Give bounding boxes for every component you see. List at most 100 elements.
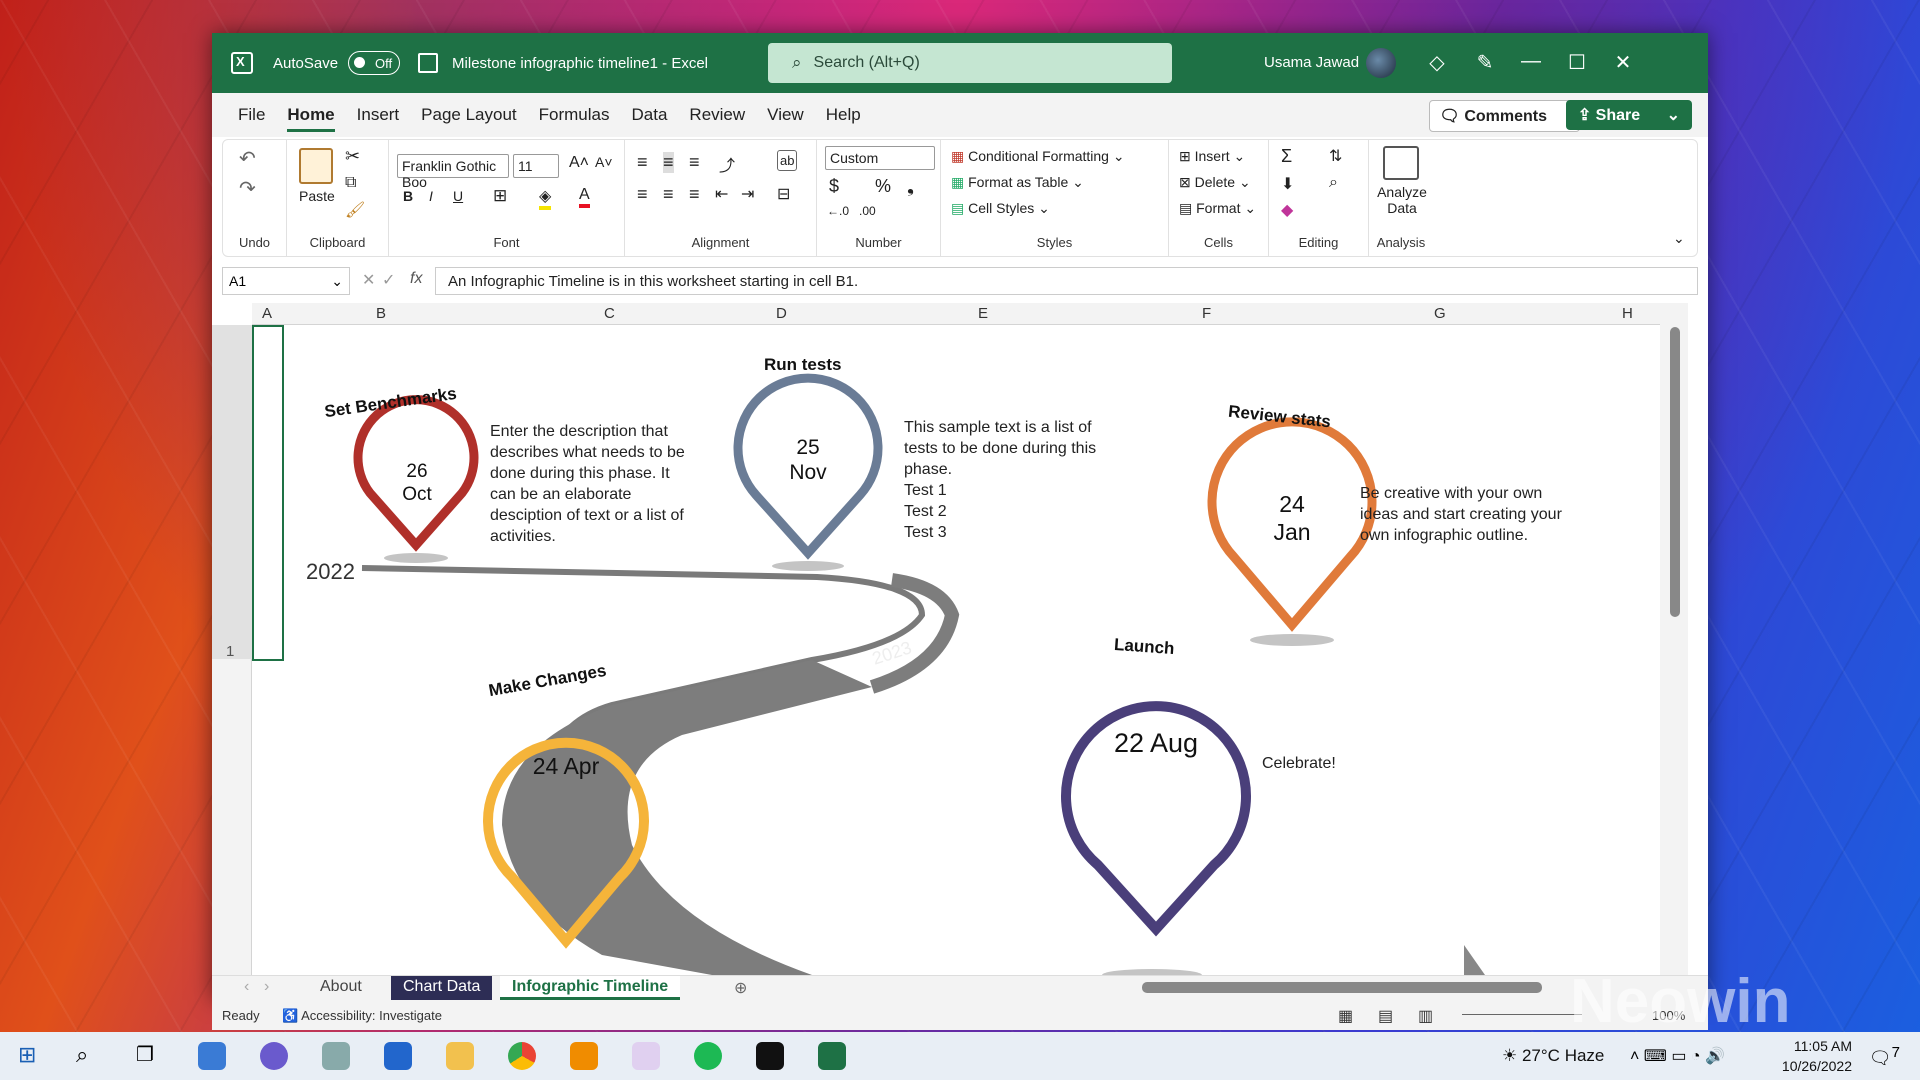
spotify-icon[interactable]	[694, 1042, 722, 1070]
horizontal-scrollbar[interactable]	[1142, 982, 1542, 993]
excel-taskbar-icon[interactable]	[818, 1042, 846, 1070]
maximize-button[interactable]: ☐	[1564, 50, 1590, 75]
system-tray-icons[interactable]: ˄ ⌨ ▭ ◔ 🔊	[1630, 1046, 1725, 1066]
clear-icon[interactable]: ◆	[1281, 200, 1293, 220]
analyze-data-label[interactable]: Analyze Data	[1377, 184, 1427, 216]
number-format-select[interactable]: Custom	[825, 146, 935, 170]
search-taskbar-icon[interactable]: ⌕	[76, 1042, 104, 1070]
menu-insert[interactable]: Insert	[357, 105, 400, 125]
paste-label[interactable]: Paste	[299, 188, 335, 204]
sheet-tab-chart-data[interactable]: Chart Data	[391, 976, 493, 1000]
cut-icon[interactable]: ✂	[345, 146, 360, 167]
menu-formulas[interactable]: Formulas	[539, 105, 610, 125]
avatar[interactable]	[1366, 48, 1396, 78]
redo-icon[interactable]: ↷	[239, 176, 256, 201]
insert-cells-button[interactable]: ⊞ Insert ⌄	[1179, 148, 1245, 165]
merge-center-icon[interactable]: ⊟	[777, 184, 790, 204]
italic-button[interactable]: I	[429, 188, 433, 204]
align-bottom-icon[interactable]: ≡	[689, 152, 700, 173]
column-header-g[interactable]: G	[1434, 305, 1446, 322]
column-header-f[interactable]: F	[1202, 305, 1211, 322]
page-layout-view-icon[interactable]: ▤	[1378, 1006, 1393, 1026]
align-right-icon[interactable]: ≡	[689, 184, 700, 205]
format-cells-button[interactable]: ▤ Format ⌄	[1179, 200, 1256, 217]
sort-filter-icon[interactable]: ⇅	[1329, 146, 1342, 166]
collapse-ribbon-icon[interactable]: ⌄	[1673, 230, 1685, 247]
percent-icon[interactable]: %	[875, 176, 891, 197]
column-header-a[interactable]: A	[262, 305, 272, 322]
accessibility-status[interactable]: ♿ Accessibility: Investigate	[282, 1008, 442, 1024]
menu-page-layout[interactable]: Page Layout	[421, 105, 516, 125]
paste-icon[interactable]	[299, 148, 333, 184]
column-header-c[interactable]: C	[604, 305, 615, 322]
decrease-indent-icon[interactable]: ⇤	[715, 184, 728, 204]
weather-widget[interactable]: ☀ 27°C Haze	[1502, 1046, 1604, 1066]
column-header-b[interactable]: B	[376, 305, 386, 322]
comma-icon[interactable]: ❟	[907, 176, 914, 197]
fill-color-icon[interactable]: ◈	[539, 186, 552, 210]
orientation-icon[interactable]: ⤴	[719, 152, 735, 176]
search-box[interactable]: ⌕ Search (Alt+Q)	[768, 43, 1172, 83]
format-as-table-button[interactable]: ▦ Format as Table ⌄	[951, 174, 1084, 191]
font-color-icon[interactable]: A	[579, 186, 590, 208]
store-app-icon[interactable]	[384, 1042, 412, 1070]
share-button[interactable]: ⇪ Share ⌄	[1565, 100, 1692, 130]
insert-function-button[interactable]: fx	[410, 270, 422, 288]
menu-view[interactable]: View	[767, 105, 804, 125]
normal-view-icon[interactable]: ▦	[1338, 1006, 1353, 1026]
row-header-1[interactable]: 1	[226, 643, 234, 660]
file-explorer-icon[interactable]	[446, 1042, 474, 1070]
delete-cells-button[interactable]: ⊠ Delete ⌄	[1179, 174, 1251, 191]
increase-indent-icon[interactable]: ⇥	[741, 184, 754, 204]
autosum-icon[interactable]: Σ	[1281, 146, 1292, 167]
increase-decimal-icon[interactable]: ←.0	[827, 204, 849, 218]
increase-font-icon[interactable]: A˄	[569, 154, 589, 172]
chrome-icon[interactable]	[508, 1042, 536, 1070]
menu-file[interactable]: File	[238, 105, 265, 125]
selected-cell-a1[interactable]	[252, 325, 284, 661]
add-sheet-button[interactable]: ⊕	[722, 976, 759, 1000]
name-box-dropdown-icon[interactable]: ⌄	[331, 273, 343, 290]
menu-help[interactable]: Help	[826, 105, 861, 125]
page-break-view-icon[interactable]: ▥	[1418, 1006, 1433, 1026]
conditional-formatting-button[interactable]: ▦ Conditional Formatting ⌄	[951, 148, 1125, 165]
netflix-icon[interactable]	[756, 1042, 784, 1070]
wrap-text-icon[interactable]: ab	[777, 150, 798, 171]
column-header-e[interactable]: E	[978, 305, 988, 322]
word-app-icon[interactable]	[198, 1042, 226, 1070]
comments-button[interactable]: 🗨 Comments	[1428, 100, 1580, 132]
app-icon[interactable]	[260, 1042, 288, 1070]
clock[interactable]: 11:05 AM 10/26/2022	[1782, 1036, 1852, 1076]
cancel-icon[interactable]: ✕	[362, 270, 375, 290]
fill-icon[interactable]: ⬇	[1281, 174, 1294, 194]
enter-icon[interactable]: ✓	[382, 270, 395, 290]
bold-button[interactable]: B	[403, 188, 413, 204]
borders-icon[interactable]: ⊞	[493, 186, 507, 206]
notification-center-icon[interactable]: 🗨7	[1869, 1044, 1900, 1069]
column-header-d[interactable]: D	[776, 305, 787, 322]
sheet-tab-about[interactable]: About	[308, 976, 374, 1000]
align-left-icon[interactable]: ≡	[637, 184, 648, 205]
column-header-h[interactable]: H	[1622, 305, 1633, 322]
minimize-button[interactable]: —	[1518, 50, 1544, 73]
scroll-tabs-right-icon[interactable]: ›	[252, 976, 281, 1000]
formula-input[interactable]: An Infographic Timeline is in this works…	[435, 267, 1698, 295]
align-middle-icon[interactable]: ≡	[663, 152, 674, 173]
snipping-tool-icon[interactable]	[632, 1042, 660, 1070]
zoom-slider[interactable]	[1462, 1014, 1582, 1015]
task-view-icon[interactable]: ❐	[136, 1042, 164, 1070]
premium-diamond-icon[interactable]: ◇	[1424, 50, 1450, 75]
pen-icon[interactable]: ✎	[1472, 50, 1498, 75]
name-box[interactable]: A1 ⌄	[222, 267, 350, 295]
copy-icon[interactable]: ⧉	[345, 174, 356, 192]
analyze-data-icon[interactable]	[1383, 146, 1419, 180]
underline-button[interactable]: U	[453, 188, 463, 204]
sheet-tab-infographic-timeline[interactable]: Infographic Timeline	[500, 976, 681, 1000]
autosave-toggle[interactable]: Off	[348, 51, 401, 75]
undo-icon[interactable]: ↶	[239, 146, 256, 171]
align-top-icon[interactable]: ≡	[637, 152, 648, 173]
format-painter-icon[interactable]: 🖌	[345, 200, 365, 220]
decrease-font-icon[interactable]: A˅	[595, 154, 613, 170]
decrease-decimal-icon[interactable]: .00	[859, 204, 876, 218]
cell-styles-button[interactable]: ▤ Cell Styles ⌄	[951, 200, 1050, 217]
